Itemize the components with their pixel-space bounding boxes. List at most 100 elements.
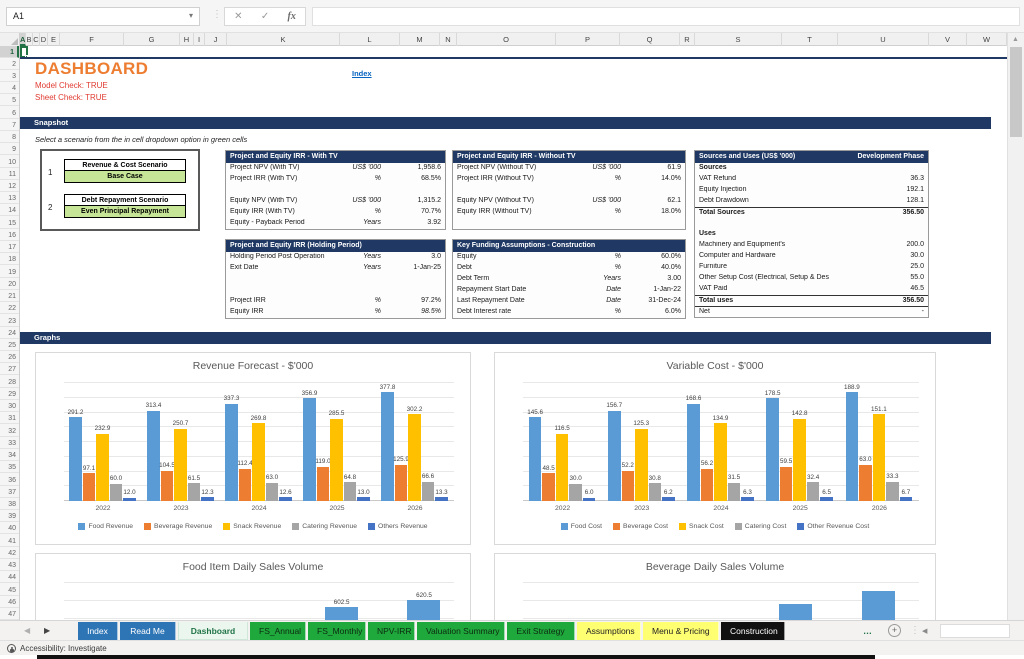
row-header-47[interactable]: 47 — [0, 608, 19, 620]
row-header-32[interactable]: 32 — [0, 424, 19, 436]
row-header-4[interactable]: 4 — [0, 82, 19, 94]
row-header-43[interactable]: 43 — [0, 559, 19, 571]
row-header-40[interactable]: 40 — [0, 522, 19, 534]
tab-read-me[interactable]: Read Me — [120, 622, 176, 640]
row-header-11[interactable]: 11 — [0, 168, 19, 180]
column-header-k[interactable]: K — [227, 33, 340, 46]
tab-construction[interactable]: Construction — [721, 622, 785, 640]
column-header-n[interactable]: N — [440, 33, 457, 46]
vertical-scroll-thumb[interactable] — [1010, 47, 1022, 137]
horizontal-scrollbar[interactable] — [940, 624, 1010, 638]
column-header-m[interactable]: M — [400, 33, 440, 46]
column-header-w[interactable]: W — [967, 33, 1007, 46]
row-header-14[interactable]: 14 — [0, 204, 19, 216]
row-header-5[interactable]: 5 — [0, 94, 19, 106]
row-header-10[interactable]: 10 — [0, 155, 19, 167]
row-header-21[interactable]: 21 — [0, 290, 19, 302]
row-header-13[interactable]: 13 — [0, 192, 19, 204]
row-header-27[interactable]: 27 — [0, 363, 19, 375]
row-header-42[interactable]: 42 — [0, 547, 19, 559]
row-header-6[interactable]: 6 — [0, 106, 19, 118]
accessibility-status[interactable]: Accessibility: Investigate — [20, 644, 107, 653]
row-header-37[interactable]: 37 — [0, 486, 19, 498]
tab-fs-monthly[interactable]: FS_Monthly — [308, 622, 366, 640]
add-sheet-icon[interactable]: + — [888, 624, 901, 637]
row-header-22[interactable]: 22 — [0, 302, 19, 314]
index-link[interactable]: Index — [352, 69, 372, 78]
scenario-dropdown[interactable]: Base Case — [64, 171, 186, 183]
row-header-34[interactable]: 34 — [0, 449, 19, 461]
column-header-r[interactable]: R — [680, 33, 695, 46]
row-header-41[interactable]: 41 — [0, 534, 19, 546]
scenario-dropdown[interactable]: Even Principal Repayment — [64, 206, 186, 218]
scroll-left-icon[interactable]: ◀ — [922, 627, 927, 635]
column-header-b[interactable]: B — [26, 33, 33, 46]
accept-icon[interactable]: ✓ — [261, 11, 269, 22]
row-header-31[interactable]: 31 — [0, 412, 19, 424]
name-box-dropdown-icon[interactable]: ▾ — [189, 11, 193, 20]
vertical-scrollbar[interactable]: ▲ — [1007, 33, 1024, 620]
row-header-35[interactable]: 35 — [0, 461, 19, 473]
more-sheets-ellipsis[interactable]: … — [863, 626, 872, 636]
column-header-q[interactable]: Q — [620, 33, 680, 46]
row-header-29[interactable]: 29 — [0, 388, 19, 400]
tab-fs-annual[interactable]: FS_Annual — [250, 622, 306, 640]
row-header-28[interactable]: 28 — [0, 375, 19, 387]
row-header-20[interactable]: 20 — [0, 278, 19, 290]
column-header-i[interactable]: I — [194, 33, 205, 46]
formula-input[interactable] — [312, 7, 1020, 26]
tab-index[interactable]: Index — [78, 622, 118, 640]
column-header-o[interactable]: O — [457, 33, 556, 46]
row-header-25[interactable]: 25 — [0, 339, 19, 351]
row-header-3[interactable]: 3 — [0, 70, 19, 82]
column-header-v[interactable]: V — [929, 33, 967, 46]
row-header-16[interactable]: 16 — [0, 229, 19, 241]
next-sheet-icon[interactable]: ▶ — [44, 626, 50, 635]
row-header-18[interactable]: 18 — [0, 253, 19, 265]
column-header-u[interactable]: U — [838, 33, 929, 46]
row-header-39[interactable]: 39 — [0, 510, 19, 522]
column-header-j[interactable]: J — [205, 33, 227, 46]
row-header-23[interactable]: 23 — [0, 314, 19, 326]
row-header-26[interactable]: 26 — [0, 351, 19, 363]
row-header-1[interactable]: 1 — [0, 46, 19, 58]
column-header-d[interactable]: D — [40, 33, 48, 46]
row-header-46[interactable]: 46 — [0, 596, 19, 608]
column-header-f[interactable]: F — [60, 33, 124, 46]
column-header-c[interactable]: C — [33, 33, 40, 46]
row-header-24[interactable]: 24 — [0, 327, 19, 339]
row-header-12[interactable]: 12 — [0, 180, 19, 192]
column-header-t[interactable]: T — [782, 33, 838, 46]
prev-sheet-icon[interactable]: ◀ — [24, 626, 30, 635]
row-header-30[interactable]: 30 — [0, 400, 19, 412]
column-header-s[interactable]: S — [695, 33, 782, 46]
column-header-p[interactable]: P — [556, 33, 620, 46]
row-header-36[interactable]: 36 — [0, 473, 19, 485]
row-header-17[interactable]: 17 — [0, 241, 19, 253]
row-header-7[interactable]: 7 — [0, 119, 19, 131]
tab-assumptions[interactable]: Assumptions — [577, 622, 641, 640]
insert-function-icon[interactable]: fx — [287, 11, 295, 22]
row-header-44[interactable]: 44 — [0, 571, 19, 583]
tab-menu-pricing[interactable]: Menu & Pricing — [643, 622, 719, 640]
row-header-19[interactable]: 19 — [0, 265, 19, 277]
row-header-2[interactable]: 2 — [0, 58, 19, 70]
select-all-corner[interactable] — [0, 33, 20, 46]
scroll-up-icon[interactable]: ▲ — [1012, 36, 1019, 43]
row-header-9[interactable]: 9 — [0, 143, 19, 155]
row-header-45[interactable]: 45 — [0, 583, 19, 595]
row-header-38[interactable]: 38 — [0, 498, 19, 510]
row-header-8[interactable]: 8 — [0, 131, 19, 143]
column-header-e[interactable]: E — [48, 33, 60, 46]
column-header-l[interactable]: L — [340, 33, 400, 46]
row-header-15[interactable]: 15 — [0, 216, 19, 228]
column-header-h[interactable]: H — [180, 33, 194, 46]
name-box[interactable]: A1 ▾ — [6, 7, 200, 26]
tab-npv-irr[interactable]: NPV-IRR — [368, 622, 415, 640]
tab-exit-strategy[interactable]: Exit Strategy — [507, 622, 575, 640]
tab-valuation-summary[interactable]: Valuation Summary — [417, 622, 505, 640]
row-header-33[interactable]: 33 — [0, 437, 19, 449]
column-header-g[interactable]: G — [124, 33, 180, 46]
tab-dashboard[interactable]: Dashboard — [178, 622, 248, 640]
cancel-icon[interactable]: ✕ — [234, 11, 242, 22]
